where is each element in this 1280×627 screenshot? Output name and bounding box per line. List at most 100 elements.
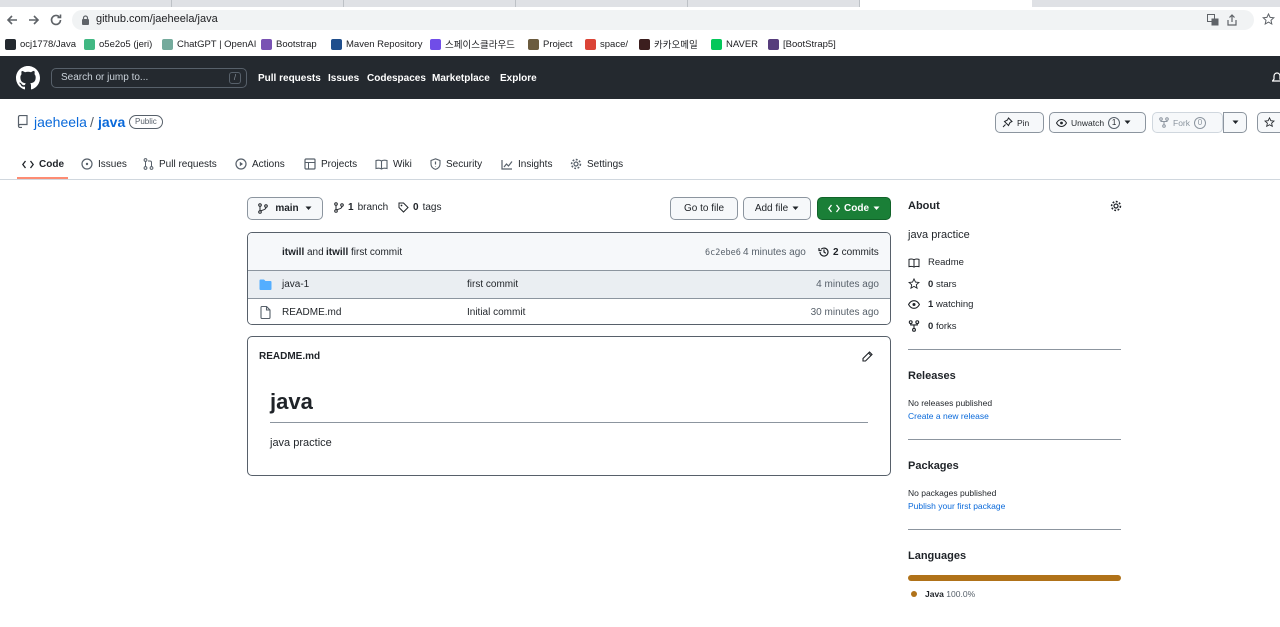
commit-message-link[interactable]: first commit [351,247,402,258]
repo-owner-link[interactable]: jaeheela [34,114,87,130]
github-logo-icon[interactable] [16,66,40,90]
language-java-item[interactable]: Java 100.0% [911,589,975,599]
code-button[interactable]: Code [817,197,891,220]
gear-icon[interactable] [1110,200,1122,212]
nav-codespaces[interactable]: Codespaces [367,73,426,84]
bookmark-label: Bootstrap [276,38,317,50]
file-name-link[interactable]: README.md [282,307,341,318]
watching-link[interactable]: 1 watching [908,299,973,310]
tags-link[interactable]: 0 tags [398,202,441,213]
commit-sha-link[interactable]: 6c2ebe6 [705,248,741,258]
bookmark-item[interactable]: Bootstrap [261,37,317,51]
lock-icon[interactable] [81,15,90,25]
chrome-icon [585,38,596,50]
history-icon [818,246,830,258]
fork-button[interactable]: Fork 0 [1152,112,1223,133]
fork-count: 0 [1194,116,1206,129]
tab-actions[interactable]: Actions [235,156,285,172]
bookmark-item[interactable]: ocj1778/Java [5,37,76,51]
nav-explore[interactable]: Explore [500,73,537,84]
tab-settings[interactable]: Settings [570,156,623,172]
unwatch-label: Unwatch [1071,117,1105,128]
tab-insights[interactable]: Insights [501,156,552,172]
tab-projects[interactable]: Projects [304,156,357,172]
tab-wiki[interactable]: Wiki [375,156,412,172]
unwatch-button[interactable]: Unwatch 1 [1049,112,1146,133]
go-to-file-label: Go to file [683,203,725,214]
branch-select-button[interactable]: main [247,197,323,220]
bookmark-item[interactable]: 스페이스클라우드 [430,37,515,51]
tab-issues[interactable]: Issues [81,156,127,172]
browser-tab-active[interactable] [860,0,1032,7]
bookmark-item[interactable]: NAVER [711,37,758,51]
github-search-input[interactable]: Search or jump to... / [51,68,247,88]
browser-tab[interactable] [344,0,516,7]
create-release-link[interactable]: Create a new release [908,411,989,421]
bookmark-item[interactable]: ChatGPT | OpenAI [162,37,256,51]
forward-icon[interactable] [26,12,42,28]
branches-link[interactable]: 1 branch [334,202,388,213]
browser-tab[interactable] [0,0,172,7]
share-icon[interactable] [1226,14,1238,26]
browser-tab[interactable] [688,0,860,7]
tab-pull-requests[interactable]: Pull requests [143,156,217,172]
bookmark-item[interactable]: 카카오메일 [639,37,698,51]
commit-coauthor-link[interactable]: itwill [326,247,348,258]
translate-icon[interactable] [1207,14,1219,26]
nav-issues[interactable]: Issues [328,73,359,84]
go-to-file-button[interactable]: Go to file [670,197,738,220]
latest-commit-bar: itwill and itwill first commit 6c2ebe6 4… [248,233,890,271]
tab-insights-label: Insights [518,158,553,170]
browser-tab[interactable] [516,0,688,7]
commit-author-link[interactable]: itwill [282,247,304,258]
publish-package-link[interactable]: Publish your first package [908,501,1005,511]
reload-icon[interactable] [48,12,64,28]
browser-tab[interactable] [172,0,344,7]
bookmark-item[interactable]: [BootStrap5] [768,37,836,51]
fork-dropdown-button[interactable] [1223,112,1247,133]
releases-heading[interactable]: Releases [908,370,956,382]
book-icon [908,258,920,268]
pin-button[interactable]: Pin [995,112,1044,133]
forks-label: forks [935,320,957,332]
packages-empty-text: No packages published [908,488,997,498]
nav-marketplace[interactable]: Marketplace [432,73,490,84]
language-name: Java [925,589,944,599]
tab-code[interactable]: Code [22,156,64,172]
pencil-icon[interactable] [862,351,873,362]
address-bar[interactable]: github.com/jaeheela/java [72,10,1254,30]
readme-link[interactable]: Readme [908,257,964,268]
commits-count: 2 [833,246,839,258]
bookmark-item[interactable]: space/ [585,37,628,51]
forks-count: 0 [928,320,934,332]
packages-heading[interactable]: Packages [908,460,959,472]
language-bar [908,575,1121,581]
bookmark-item[interactable]: Maven Repository [331,37,423,51]
add-file-label: Add file [754,203,789,214]
stars-link[interactable]: 0 stars [908,278,957,290]
bookmark-star-icon[interactable] [1262,13,1275,26]
commits-label: commits [841,246,879,258]
commits-history-link[interactable]: 2 commits [818,246,879,258]
readme-heading: java [270,389,313,414]
notification-bell-icon[interactable] [1272,72,1280,84]
repo-description: java practice [908,229,970,241]
file-commit-message-link[interactable]: first commit [467,279,518,290]
add-file-button[interactable]: Add file [743,197,811,220]
table-row[interactable]: java-1 first commit 4 minutes ago [248,271,890,298]
watching-label: watching [935,299,974,310]
forks-link[interactable]: 0 forks [908,320,957,332]
bookmark-item[interactable]: o5e2o5 (jeri) [84,37,152,51]
back-icon[interactable] [4,12,20,28]
tab-security[interactable]: Security [430,156,482,172]
file-name-link[interactable]: java-1 [282,279,309,290]
vue-icon [84,38,95,50]
bookmark-label: 스페이스클라우드 [445,40,515,51]
bookmark-item[interactable]: Project [528,37,573,51]
repo-name-link[interactable]: java [98,114,125,130]
nav-pull-requests[interactable]: Pull requests [258,73,321,84]
table-row[interactable]: README.md Initial commit 30 minutes ago [248,298,890,324]
file-commit-message-link[interactable]: Initial commit [467,307,525,318]
star-button[interactable] [1257,112,1280,133]
play-icon [235,158,247,170]
